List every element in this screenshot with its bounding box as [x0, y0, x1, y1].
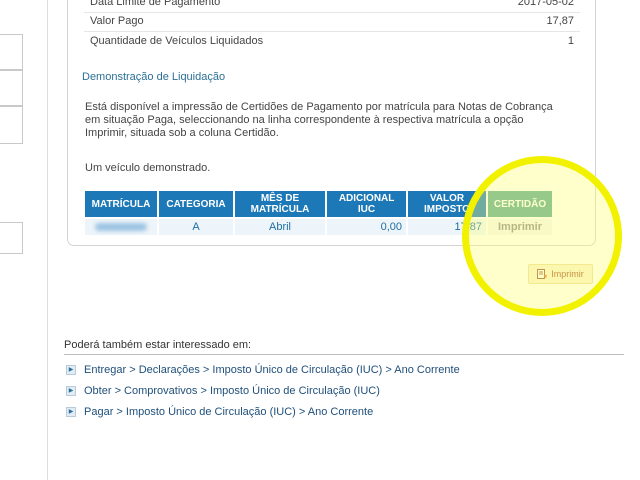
cell-additional: 0,00 [327, 219, 406, 235]
summary-value: 1 [567, 35, 574, 47]
header-month: MÊS DE MATRÍCULA [235, 191, 325, 217]
print-button-label: Imprimir [551, 269, 584, 279]
sidebar-item[interactable] [0, 222, 23, 254]
print-button[interactable]: Imprimir [528, 264, 593, 284]
summary-label: Valor Pago [90, 15, 144, 27]
certificate-print-link[interactable]: Imprimir [488, 219, 552, 235]
related-link-label[interactable]: Entregar > Declarações > Imposto Único d… [84, 364, 460, 376]
related-link-declarations[interactable]: ▶ Entregar > Declarações > Imposto Único… [66, 363, 460, 377]
related-link-label[interactable]: Pagar > Imposto Único de Circulação (IUC… [84, 406, 373, 418]
summary-row-deadline: Data Limite de Pagamento 2017-05-02 [90, 0, 574, 10]
cell-tax: 17,87 [408, 219, 486, 235]
sidebar-item[interactable] [0, 34, 23, 70]
print-icon [537, 269, 548, 279]
settlement-description: Está disponível a impressão de Certidões… [85, 101, 553, 139]
divider [84, 31, 580, 32]
arrow-right-icon: ▶ [66, 386, 76, 396]
related-link-pay[interactable]: ▶ Pagar > Imposto Único de Circulação (I… [66, 405, 373, 419]
sidebar-item[interactable] [0, 106, 23, 144]
header-category: CATEGORIA [159, 191, 233, 217]
header-certificate: CERTIDÃO [488, 191, 552, 217]
header-tax: VALOR IMPOSTO [408, 191, 486, 217]
vehicles-count: Um veículo demonstrado. [85, 162, 211, 174]
summary-row-vehicle-count: Quantidade de Veículos Liquidados 1 [90, 35, 574, 49]
divider [64, 354, 624, 355]
summary-row-amount-paid: Valor Pago 17,87 [90, 15, 574, 29]
related-link-receipts[interactable]: ▶ Obter > Comprovativos > Imposto Único … [66, 384, 380, 398]
divider [84, 12, 580, 13]
header-additional: ADICIONAL IUC [327, 191, 406, 217]
cell-category: A [159, 219, 233, 235]
cell-month: Abril [235, 219, 325, 235]
arrow-right-icon: ▶ [66, 365, 76, 375]
left-sidebar [0, 0, 24, 480]
arrow-right-icon: ▶ [66, 407, 76, 417]
related-title: Poderá também estar interessado em: [64, 339, 252, 351]
cell-plate [85, 219, 157, 235]
content-divider [47, 0, 48, 480]
redacted-plate [95, 223, 147, 231]
summary-value: 2017-05-02 [517, 0, 574, 8]
sidebar-item[interactable] [0, 70, 23, 106]
settlement-title: Demonstração de Liquidação [82, 71, 226, 83]
related-link-label[interactable]: Obter > Comprovativos > Imposto Único de… [84, 385, 380, 397]
summary-value: 17,87 [546, 15, 574, 27]
summary-label: Quantidade de Veículos Liquidados [90, 35, 264, 47]
header-plate: MATRÍCULA [85, 191, 157, 217]
summary-label: Data Limite de Pagamento [90, 0, 221, 8]
